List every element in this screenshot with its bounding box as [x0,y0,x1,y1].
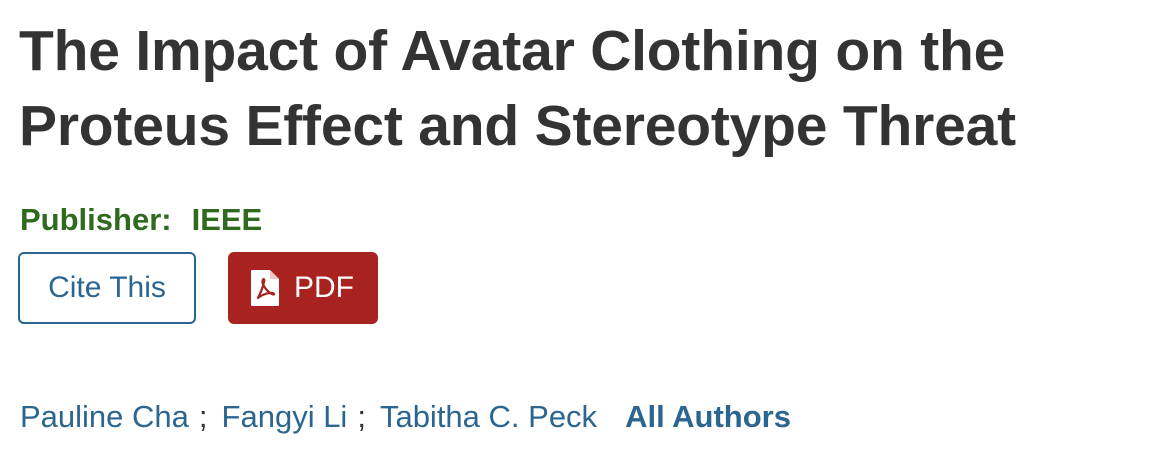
article-header: The Impact of Avatar Clothing on the Pro… [0,0,1176,450]
author-link[interactable]: Pauline Cha [20,399,189,434]
author-separator: ; [357,399,366,434]
author-separator: ; [198,399,208,434]
publisher-name: IEEE [191,202,263,237]
pdf-button[interactable]: PDF [228,252,378,324]
author-link[interactable]: Fangyi Li [222,399,348,434]
cite-this-button[interactable]: Cite This [18,252,196,324]
author-link[interactable]: Tabitha C. Peck [380,399,597,434]
cite-this-label: Cite This [48,271,166,304]
author-list: Pauline Cha; Fangyi Li; Tabitha C. Peck All… [20,396,791,438]
publisher-info: Publisher: IEEE [20,200,262,240]
article-title-line-1: The Impact of Avatar Clothing on the [19,19,1006,83]
publisher-label: Publisher: [20,202,172,237]
article-title: The Impact of Avatar Clothing on the Pro… [19,14,1169,164]
pdf-label: PDF [294,271,354,304]
all-authors-link[interactable]: All Authors [625,399,791,434]
pdf-file-icon [250,269,280,307]
article-title-line-2: Proteus Effect and Stereotype Threat [19,94,1016,158]
